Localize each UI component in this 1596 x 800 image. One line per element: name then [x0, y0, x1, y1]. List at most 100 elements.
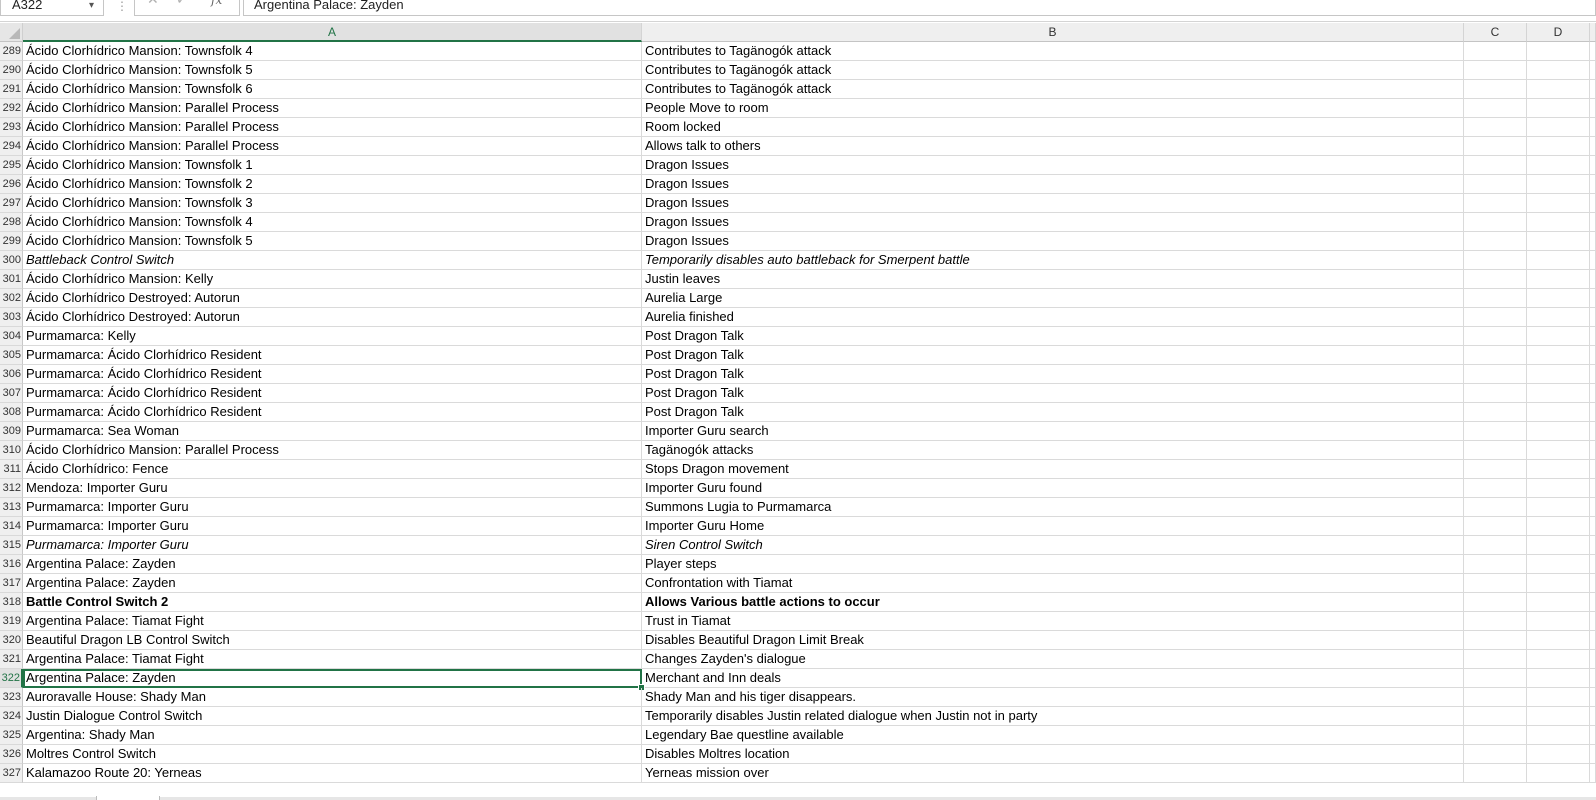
cell-c[interactable]: [1464, 669, 1527, 688]
cell-e[interactable]: [1590, 156, 1596, 175]
cell-c[interactable]: [1464, 517, 1527, 536]
cell-e[interactable]: [1590, 118, 1596, 137]
cell-d[interactable]: [1527, 403, 1590, 422]
cell-d[interactable]: [1527, 650, 1590, 669]
cell-b[interactable]: Dragon Issues: [642, 213, 1464, 232]
cell-a[interactable]: Ácido Clorhídrico Mansion: Parallel Proc…: [23, 137, 642, 156]
cell-a[interactable]: Argentina Palace: Zayden: [23, 555, 642, 574]
column-header-b[interactable]: B: [642, 23, 1464, 42]
cell-b[interactable]: Yerneas mission over: [642, 764, 1464, 783]
cell-a[interactable]: Ácido Clorhídrico Mansion: Townsfolk 1: [23, 156, 642, 175]
cell-e[interactable]: [1590, 574, 1596, 593]
cell-c[interactable]: [1464, 384, 1527, 403]
cell-d[interactable]: [1527, 707, 1590, 726]
cell-d[interactable]: [1527, 745, 1590, 764]
row-header[interactable]: 311: [0, 460, 23, 479]
cell-a[interactable]: Beautiful Dragon LB Control Switch: [23, 631, 642, 650]
cell-e[interactable]: [1590, 555, 1596, 574]
cell-e[interactable]: [1590, 612, 1596, 631]
row-header[interactable]: 324: [0, 707, 23, 726]
cell-d[interactable]: [1527, 61, 1590, 80]
cell-a[interactable]: Mendoza: Importer Guru: [23, 479, 642, 498]
cell-a[interactable]: Ácido Clorhídrico Mansion: Townsfolk 5: [23, 232, 642, 251]
cell-c[interactable]: [1464, 536, 1527, 555]
cell-d[interactable]: [1527, 422, 1590, 441]
cell-d[interactable]: [1527, 460, 1590, 479]
row-header[interactable]: 307: [0, 384, 23, 403]
row-header[interactable]: 304: [0, 327, 23, 346]
row-header[interactable]: 326: [0, 745, 23, 764]
cell-b[interactable]: Merchant and Inn deals: [642, 669, 1464, 688]
cell-c[interactable]: [1464, 764, 1527, 783]
row-header[interactable]: 302: [0, 289, 23, 308]
cell-a[interactable]: Ácido Clorhídrico: Fence: [23, 460, 642, 479]
cell-b[interactable]: Post Dragon Talk: [642, 403, 1464, 422]
row-header[interactable]: 327: [0, 764, 23, 783]
row-header[interactable]: 290: [0, 61, 23, 80]
cell-d[interactable]: [1527, 498, 1590, 517]
cell-e[interactable]: [1590, 669, 1596, 688]
row-header[interactable]: 317: [0, 574, 23, 593]
column-header-c[interactable]: C: [1464, 23, 1527, 42]
cell-c[interactable]: [1464, 403, 1527, 422]
cancel-icon[interactable]: ✕: [147, 0, 159, 8]
cell-e[interactable]: [1590, 688, 1596, 707]
cell-c[interactable]: [1464, 175, 1527, 194]
cell-d[interactable]: [1527, 764, 1590, 783]
cell-b[interactable]: Legendary Bae questline available: [642, 726, 1464, 745]
cell-d[interactable]: [1527, 631, 1590, 650]
row-header[interactable]: 310: [0, 441, 23, 460]
cell-c[interactable]: [1464, 555, 1527, 574]
cell-d[interactable]: [1527, 289, 1590, 308]
cell-e[interactable]: [1590, 593, 1596, 612]
cell-e[interactable]: [1590, 460, 1596, 479]
cell-c[interactable]: [1464, 251, 1527, 270]
cell-c[interactable]: [1464, 99, 1527, 118]
row-header[interactable]: 291: [0, 80, 23, 99]
cell-e[interactable]: [1590, 631, 1596, 650]
cell-d[interactable]: [1527, 99, 1590, 118]
row-header[interactable]: 306: [0, 365, 23, 384]
row-header[interactable]: 294: [0, 137, 23, 156]
cell-a[interactable]: Argentina: Shady Man: [23, 726, 642, 745]
cell-e[interactable]: [1590, 536, 1596, 555]
row-header[interactable]: 301: [0, 270, 23, 289]
cell-b[interactable]: Stops Dragon movement: [642, 460, 1464, 479]
column-header-a[interactable]: A: [23, 23, 642, 42]
cell-b[interactable]: Aurelia finished: [642, 308, 1464, 327]
cell-d[interactable]: [1527, 384, 1590, 403]
cell-e[interactable]: [1590, 327, 1596, 346]
cell-d[interactable]: [1527, 346, 1590, 365]
cell-a[interactable]: Ácido Clorhídrico Mansion: Townsfolk 6: [23, 80, 642, 99]
sheet-tab[interactable]: [96, 796, 160, 800]
cell-b[interactable]: Post Dragon Talk: [642, 384, 1464, 403]
cell-d[interactable]: [1527, 441, 1590, 460]
cell-e[interactable]: [1590, 346, 1596, 365]
row-header[interactable]: 308: [0, 403, 23, 422]
cell-d[interactable]: [1527, 137, 1590, 156]
cell-c[interactable]: [1464, 118, 1527, 137]
cell-d[interactable]: [1527, 669, 1590, 688]
row-header[interactable]: 289: [0, 42, 23, 61]
cell-b[interactable]: Temporarily disables Justin related dial…: [642, 707, 1464, 726]
cell-b[interactable]: Player steps: [642, 555, 1464, 574]
cell-a[interactable]: Argentina Palace: Tiamat Fight: [23, 612, 642, 631]
cell-a[interactable]: Ácido Clorhídrico Mansion: Townsfolk 4: [23, 42, 642, 61]
cell-c[interactable]: [1464, 289, 1527, 308]
cell-d[interactable]: [1527, 517, 1590, 536]
cell-b[interactable]: Tagänogók attacks: [642, 441, 1464, 460]
cell-a[interactable]: Ácido Clorhídrico Mansion: Townsfolk 4: [23, 213, 642, 232]
cell-a[interactable]: Purmamarca: Importer Guru: [23, 498, 642, 517]
cell-e[interactable]: [1590, 137, 1596, 156]
select-all-corner[interactable]: [0, 23, 23, 42]
cell-a[interactable]: Purmamarca: Ácido Clorhídrico Resident: [23, 365, 642, 384]
cell-b[interactable]: Aurelia Large: [642, 289, 1464, 308]
cell-a[interactable]: Purmamarca: Kelly: [23, 327, 642, 346]
cell-a[interactable]: Ácido Clorhídrico Mansion: Parallel Proc…: [23, 99, 642, 118]
row-header[interactable]: 316: [0, 555, 23, 574]
cell-c[interactable]: [1464, 593, 1527, 612]
cell-c[interactable]: [1464, 688, 1527, 707]
cell-d[interactable]: [1527, 232, 1590, 251]
cell-e[interactable]: [1590, 650, 1596, 669]
cell-e[interactable]: [1590, 289, 1596, 308]
